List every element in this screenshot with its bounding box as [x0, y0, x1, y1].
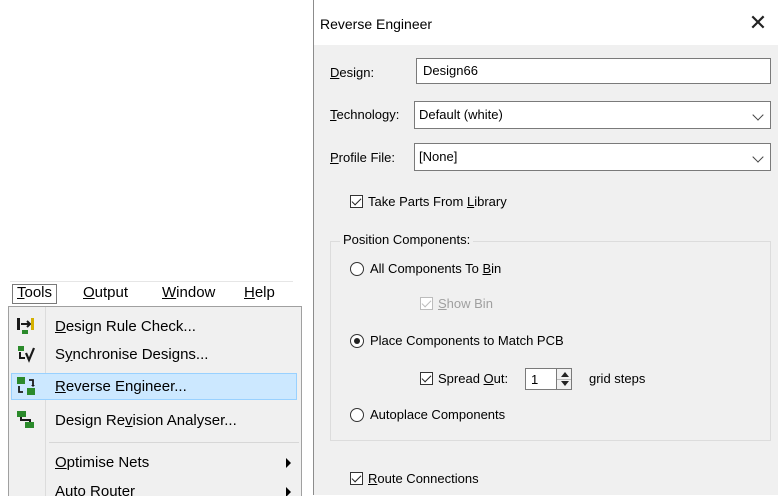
technology-select[interactable]: Default (white)	[414, 101, 771, 129]
profile-file-select-value: [None]	[419, 149, 458, 164]
spin-up-icon[interactable]	[561, 372, 569, 377]
spread-out-value-input[interactable]: 1	[525, 368, 557, 390]
spread-out-checkbox[interactable]	[420, 372, 433, 385]
menu-item-label: Design Revision Analyser...	[55, 412, 237, 429]
design-revision-analyser-icon	[17, 411, 34, 428]
show-bin-checkbox[interactable]	[420, 297, 433, 310]
spread-out-spinner[interactable]	[556, 368, 572, 390]
route-connections-checkbox[interactable]	[350, 472, 363, 485]
take-parts-from-library-checkbox[interactable]	[350, 195, 363, 208]
spread-out-label: Spread Out:	[438, 371, 509, 386]
autoplace-components-radio[interactable]	[350, 408, 364, 422]
all-components-to-bin-radio[interactable]	[350, 262, 364, 276]
menu-tools[interactable]: Tools	[12, 284, 58, 304]
menu-item-label: Design Rule Check...	[55, 318, 196, 335]
profile-file-label: Profile File:	[330, 150, 396, 165]
menu-separator	[49, 442, 299, 443]
spin-down-icon[interactable]	[561, 381, 569, 386]
menu-item-label: Optimise Nets	[55, 454, 150, 471]
chevron-down-icon	[752, 151, 764, 163]
dialog-title: Reverse Engineer	[320, 16, 433, 32]
menu-item-reverse-engineer[interactable]: Reverse Engineer...	[11, 373, 297, 400]
technology-select-value: Default (white)	[419, 107, 503, 122]
place-components-match-pcb-label: Place Components to Match PCB	[370, 333, 564, 348]
reverse-engineer-dialog: Reverse Engineer ✕ Design: Design66 Tech…	[313, 0, 778, 495]
menu-window[interactable]: Window	[158, 284, 219, 302]
tools-dropdown-menu: Design Rule Check... Synchronise Designs…	[8, 306, 302, 496]
menu-bar: Tools Output Window Help	[10, 281, 293, 306]
design-input[interactable]: Design66	[416, 58, 771, 84]
profile-file-select[interactable]: [None]	[414, 143, 771, 171]
menu-item-design-revision-analyser[interactable]: Design Revision Analyser...	[11, 407, 297, 434]
position-components-group-label: Position Components:	[340, 232, 474, 247]
menu-help[interactable]: Help	[240, 284, 279, 302]
menu-item-auto-router[interactable]: Auto Router	[11, 478, 297, 496]
design-rule-check-icon	[17, 318, 34, 334]
all-components-to-bin-label: All Components To Bin	[370, 261, 502, 276]
dialog-title-bar: Reverse Engineer ✕	[314, 0, 778, 45]
close-icon[interactable]: ✕	[745, 10, 771, 36]
autoplace-components-label: Autoplace Components	[370, 407, 506, 422]
menu-item-synchronise-designs[interactable]: Synchronise Designs...	[11, 341, 297, 368]
reverse-engineer-icon	[17, 377, 35, 395]
menu-item-label: Synchronise Designs...	[55, 346, 209, 363]
menu-item-label: Auto Router	[55, 483, 136, 496]
synchronise-designs-icon	[18, 346, 36, 363]
show-bin-label: Show Bin	[438, 296, 493, 311]
design-label: Design:	[330, 65, 375, 80]
take-parts-from-library-label: Take Parts From Library	[368, 194, 507, 209]
menu-output[interactable]: Output	[79, 284, 132, 302]
menu-item-label: Reverse Engineer...	[55, 378, 187, 395]
spinner-divider	[557, 379, 571, 380]
menu-item-design-rule-check[interactable]: Design Rule Check...	[11, 313, 297, 340]
menu-item-optimise-nets[interactable]: Optimise Nets	[11, 449, 297, 476]
place-components-match-pcb-radio[interactable]	[350, 334, 364, 348]
grid-steps-label: grid steps	[589, 371, 646, 386]
technology-label: Technology:	[330, 107, 400, 122]
submenu-arrow-icon	[286, 458, 291, 468]
route-connections-label: Route Connections	[368, 471, 479, 486]
chevron-down-icon	[752, 109, 764, 121]
